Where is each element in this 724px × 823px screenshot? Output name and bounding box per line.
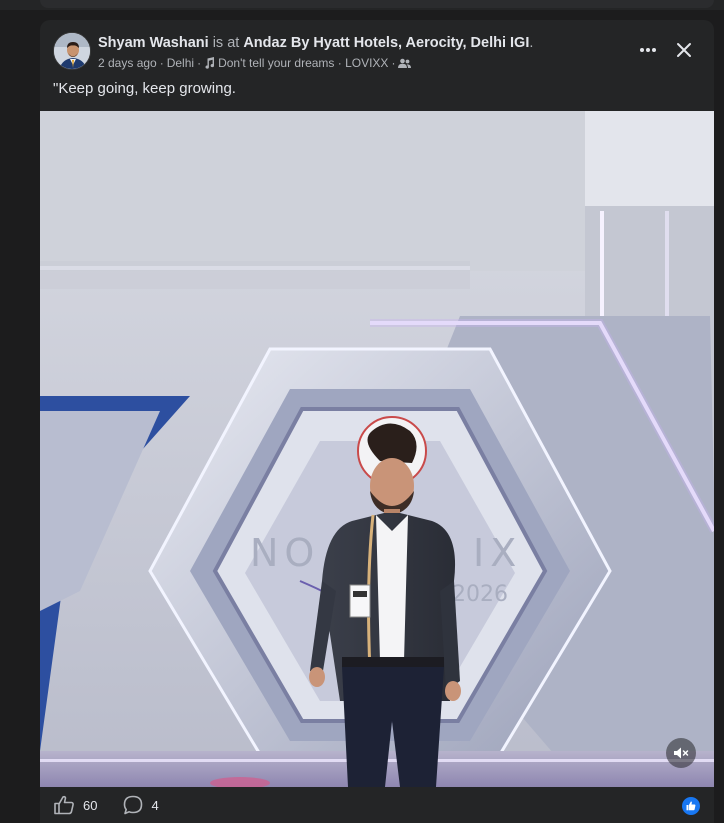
post-card: Shyam Washani is at Andaz By Hyatt Hotel…: [40, 20, 714, 823]
previous-post-edge: [0, 0, 724, 10]
meta-separator: ·: [159, 56, 164, 70]
meta-separator: ·: [197, 56, 202, 70]
comment-button[interactable]: 4: [123, 795, 159, 815]
svg-text:IX: IX: [473, 531, 522, 575]
svg-text:NO: NO: [250, 531, 320, 575]
close-icon: [677, 43, 691, 57]
speaker-muted-icon: [674, 747, 689, 759]
like-button[interactable]: 60: [53, 795, 97, 815]
friends-audience-icon[interactable]: [398, 58, 412, 69]
song-link[interactable]: Don't tell your dreams · LOVIXX: [218, 55, 388, 71]
avatar[interactable]: [53, 32, 91, 70]
post-caption: "Keep going, keep growing.: [53, 80, 236, 97]
comment-bubble-icon: [124, 795, 143, 815]
thumbs-up-icon: [54, 795, 74, 815]
author-name[interactable]: Shyam Washani: [98, 35, 209, 51]
post-photo[interactable]: NO IX 2026: [40, 111, 714, 787]
previous-post-card: [40, 0, 714, 8]
thumbs-up-icon: [686, 801, 696, 811]
more-options-icon: [640, 48, 656, 52]
close-button[interactable]: [668, 36, 700, 64]
location-link[interactable]: Andaz By Hyatt Hotels, Aerocity, Delhi I…: [243, 35, 529, 51]
post-meta: 2 days ago · Delhi · Don't tell your dre…: [98, 55, 412, 71]
like-count: 60: [83, 797, 98, 813]
post-headline: Shyam Washani is at Andaz By Hyatt Hotel…: [98, 34, 533, 52]
post-header: Shyam Washani is at Andaz By Hyatt Hotel…: [40, 20, 714, 97]
post-footer: 60 4: [40, 787, 714, 823]
city-link[interactable]: Delhi: [167, 55, 194, 71]
headline-period: .: [529, 35, 534, 51]
music-note-icon: [204, 57, 215, 69]
comment-count: 4: [151, 797, 159, 813]
svg-text:2026: 2026: [452, 582, 508, 607]
post-timestamp[interactable]: 2 days ago: [98, 55, 157, 71]
photo-scene: NO IX 2026: [40, 111, 714, 787]
like-reaction-badge[interactable]: [682, 797, 700, 815]
more-options-button[interactable]: [632, 36, 664, 64]
mute-button[interactable]: [666, 738, 696, 768]
is-at-text: is at: [212, 35, 240, 51]
meta-separator: ·: [391, 56, 396, 70]
